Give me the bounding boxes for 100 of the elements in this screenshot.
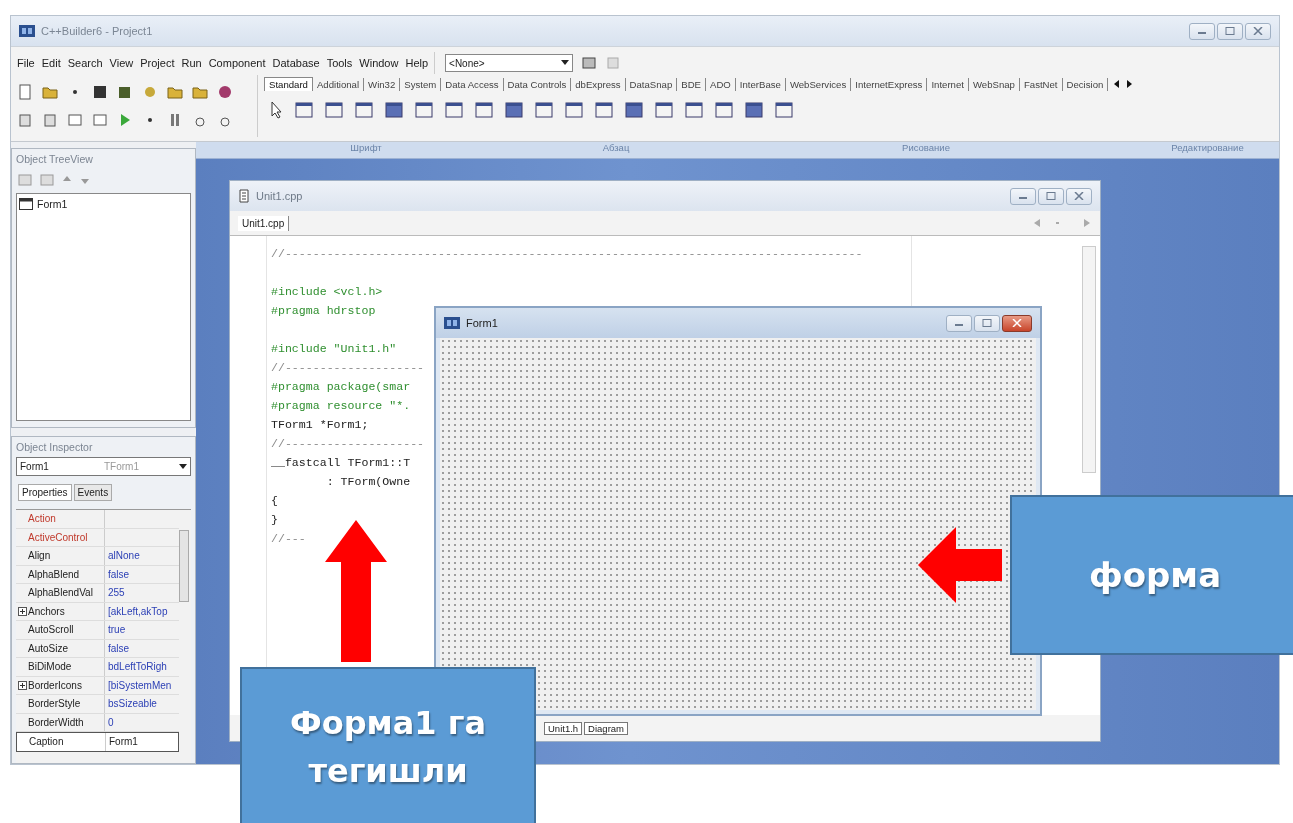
property-name[interactable]: Caption xyxy=(17,733,106,751)
code-line: //-------------------- xyxy=(271,437,425,450)
property-name[interactable]: ActiveControl xyxy=(16,528,105,546)
menu-item[interactable]: Window xyxy=(359,57,399,69)
minimize-button[interactable] xyxy=(1010,187,1036,205)
component-icon[interactable] xyxy=(444,100,464,120)
tree-item[interactable]: Form1 xyxy=(19,198,188,210)
ribbon-group-label: Рисование xyxy=(901,142,951,155)
toolbar-icon[interactable] xyxy=(217,84,233,100)
component-selector-dropdown[interactable]: <None> xyxy=(445,54,574,72)
palette-tab[interactable]: Decision xyxy=(1062,77,1109,91)
palette-tab[interactable]: FastNet xyxy=(1019,77,1063,91)
menu-item[interactable]: Database xyxy=(272,57,320,69)
property-name[interactable]: BorderIcons xyxy=(16,676,105,694)
palette-tab[interactable]: WebServices xyxy=(785,77,852,91)
palette-tab[interactable]: BDE xyxy=(677,77,706,91)
palette-tab[interactable]: InterBase xyxy=(735,77,786,91)
property-name[interactable]: Anchors xyxy=(16,602,105,620)
property-name[interactable]: BiDiMode xyxy=(16,658,105,676)
property-value[interactable]: bdLeftToRigh xyxy=(105,661,179,673)
code-line: #pragma resource "*. xyxy=(271,399,411,412)
close-button[interactable] xyxy=(1245,22,1271,40)
component-icon[interactable] xyxy=(744,100,764,120)
component-icon[interactable] xyxy=(504,100,524,120)
property-name[interactable]: AutoScroll xyxy=(16,621,105,639)
menu-item[interactable]: Project xyxy=(140,57,175,69)
menu-item[interactable]: File xyxy=(17,57,35,69)
palette-tab[interactable]: Data Access xyxy=(441,77,504,91)
callout-label: форма xyxy=(1010,495,1293,655)
scrollbar[interactable] xyxy=(179,530,189,602)
palette-tab[interactable]: DataSnap xyxy=(625,77,678,91)
cursor-icon[interactable] xyxy=(268,101,284,119)
menu-item[interactable]: Component xyxy=(208,57,266,69)
close-button[interactable] xyxy=(1002,314,1032,332)
toolbar-icon[interactable] xyxy=(117,84,133,100)
palette-tab[interactable]: Data Controls xyxy=(503,77,572,91)
component-icon[interactable] xyxy=(684,100,704,120)
component-icon[interactable] xyxy=(624,100,644,120)
expand-icon[interactable] xyxy=(18,606,27,616)
property-name[interactable]: Align xyxy=(16,547,105,565)
view-tab[interactable]: Unit1.h xyxy=(544,721,583,735)
property-value[interactable]: 0 xyxy=(105,716,179,728)
file-tab[interactable]: Unit1.cpp xyxy=(238,215,290,231)
property-name[interactable]: BorderWidth xyxy=(16,713,105,731)
component-icon[interactable] xyxy=(774,100,794,120)
palette-tab[interactable]: InternetExpress xyxy=(851,77,928,91)
property-value[interactable]: true xyxy=(105,624,179,636)
palette-tab[interactable]: dbExpress xyxy=(571,77,626,91)
maximize-button[interactable] xyxy=(1217,22,1243,40)
palette-tab[interactable]: Win32 xyxy=(364,77,401,91)
palette-tab[interactable]: ADO xyxy=(706,77,736,91)
component-icon[interactable] xyxy=(654,100,674,120)
toolbar-icon[interactable] xyxy=(92,84,108,100)
object-selector-dropdown[interactable]: Form1 TForm1 xyxy=(16,457,191,476)
component-icon[interactable] xyxy=(324,100,344,120)
component-icon[interactable] xyxy=(594,100,614,120)
component-icon[interactable] xyxy=(384,100,404,120)
component-icon[interactable] xyxy=(414,100,434,120)
component-icon[interactable] xyxy=(354,100,374,120)
palette-tab[interactable]: WebSnap xyxy=(968,77,1020,91)
menu-item[interactable]: Help xyxy=(405,57,429,69)
palette-tab[interactable]: Internet xyxy=(927,77,969,91)
component-icon[interactable] xyxy=(534,100,554,120)
property-name[interactable]: BorderStyle xyxy=(16,695,105,713)
component-icon[interactable] xyxy=(714,100,734,120)
menu-item[interactable]: Search xyxy=(67,57,103,69)
menu-item[interactable]: Tools xyxy=(326,57,353,69)
property-value[interactable]: false xyxy=(105,642,179,654)
menu-item[interactable]: Edit xyxy=(41,57,61,69)
palette-tab[interactable]: Standard xyxy=(264,77,313,91)
minimize-button[interactable] xyxy=(946,314,972,332)
property-name[interactable]: AlphaBlend xyxy=(16,565,105,583)
property-value[interactable]: [akLeft,akTop xyxy=(105,605,179,617)
property-value[interactable]: bsSizeable xyxy=(105,698,179,710)
maximize-button[interactable] xyxy=(974,314,1000,332)
palette-tab[interactable]: Additional xyxy=(312,77,365,91)
palette-tab[interactable]: System xyxy=(400,77,442,91)
property-name[interactable]: AutoSize xyxy=(16,639,105,657)
expand-icon[interactable] xyxy=(18,680,27,690)
property-value[interactable]: Form1 xyxy=(106,736,178,748)
maximize-button[interactable] xyxy=(1038,187,1064,205)
menu-item[interactable]: Run xyxy=(181,57,202,69)
close-button[interactable] xyxy=(1066,187,1092,205)
property-value[interactable]: [biSystemMen xyxy=(105,679,179,691)
property-value[interactable]: alNone xyxy=(105,550,179,562)
panel-title: Object TreeView xyxy=(15,152,94,167)
component-icon[interactable] xyxy=(564,100,584,120)
component-icon[interactable] xyxy=(474,100,494,120)
property-name[interactable]: AlphaBlendVal xyxy=(16,584,105,602)
minimize-button[interactable] xyxy=(1189,22,1215,40)
property-value[interactable]: 255 xyxy=(105,587,179,599)
property-name[interactable]: Action xyxy=(16,510,105,528)
menu-item[interactable]: View xyxy=(109,57,134,69)
property-value[interactable]: false xyxy=(105,568,179,580)
component-icon[interactable] xyxy=(294,100,314,120)
inspector-tab[interactable]: Properties xyxy=(18,484,72,501)
scrollbar[interactable] xyxy=(1082,246,1096,473)
code-line: : TForm(Owne xyxy=(325,475,411,488)
inspector-tab[interactable]: Events xyxy=(73,484,113,501)
view-tab[interactable]: Diagram xyxy=(584,721,628,735)
